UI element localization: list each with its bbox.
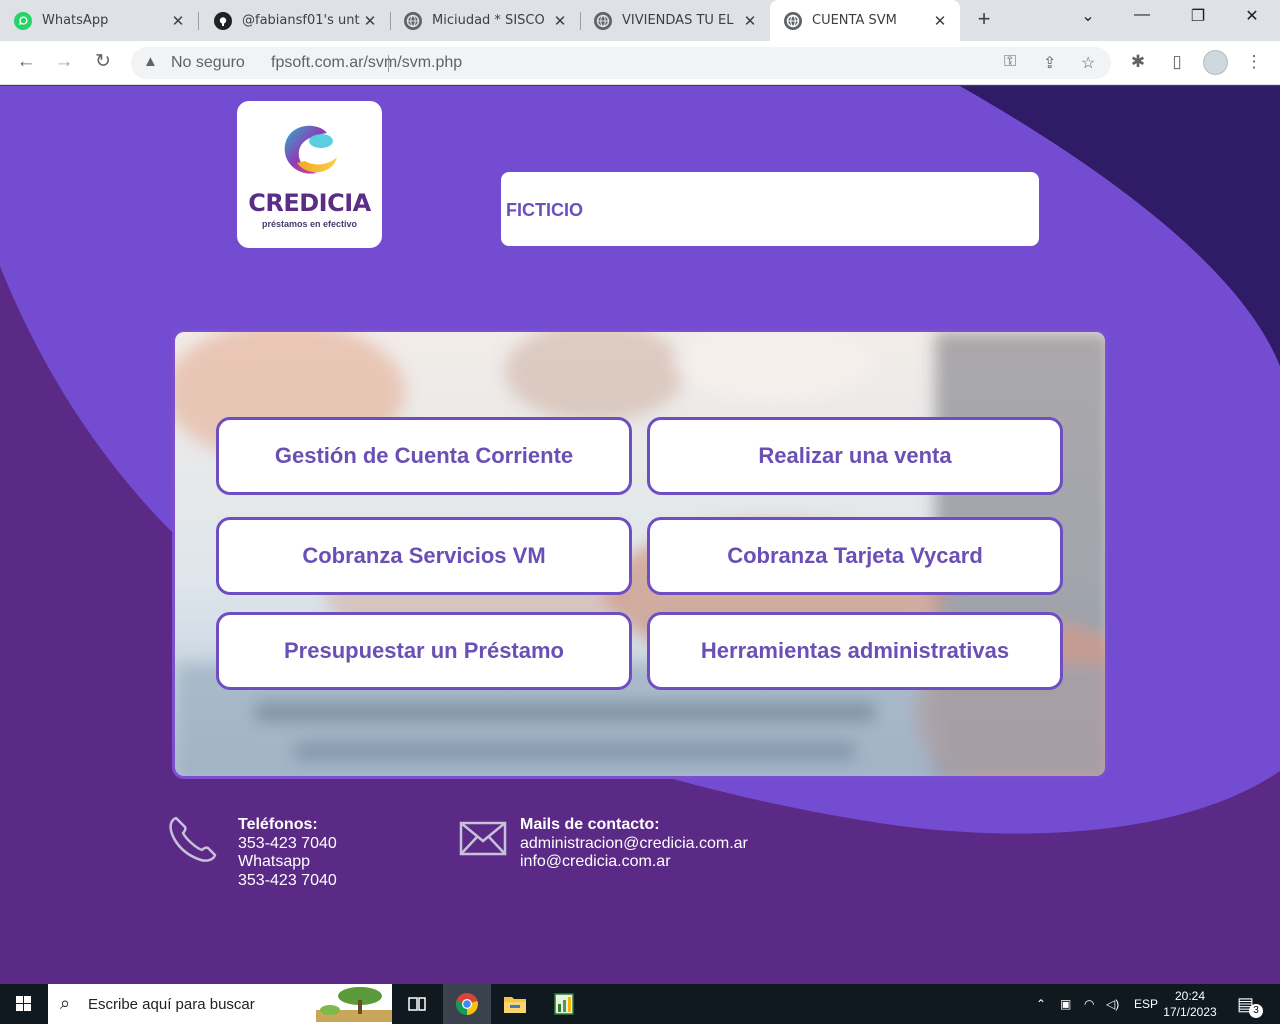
page-content: CREDICIA préstamos en efectivo FICTICIO (0, 86, 1280, 984)
phone-line: Whatsapp (238, 853, 311, 870)
notification-count-badge: 3 (1249, 1004, 1263, 1018)
credicia-logo[interactable]: CREDICIA préstamos en efectivo (237, 101, 382, 248)
spreadsheet-app-icon[interactable] (540, 984, 588, 1024)
minimize-button[interactable]: — (1122, 6, 1162, 30)
mails-heading: Mails de contacto: (520, 816, 660, 833)
phones-block: Teléfonos: 353-423 7040 Whatsapp 353-423… (238, 816, 337, 890)
windows-logo-icon (16, 996, 31, 1011)
windows-start-button[interactable] (0, 984, 48, 1024)
browser-tab[interactable]: WhatsApp ✕ (0, 0, 198, 41)
btn-herramientas-administrativas[interactable]: Herramientas administrativas (647, 612, 1063, 690)
back-arrow-icon[interactable]: ← (14, 51, 38, 75)
github-icon (214, 11, 232, 30)
reload-icon[interactable]: ↻ (91, 51, 115, 75)
share-icon[interactable]: ⇪ (1043, 53, 1056, 73)
mails-block: Mails de contacto: administracion@credic… (520, 816, 748, 872)
forward-arrow-icon[interactable]: → (52, 51, 76, 75)
globe-icon (784, 11, 802, 30)
browser-tab[interactable]: Miciudad * SISCO ✕ (390, 0, 580, 41)
tab-title: @fabiansf01's unt (242, 13, 360, 28)
search-icon: ⌕ (60, 993, 71, 1013)
show-hidden-icons-chevron-icon[interactable]: ⌃ (1036, 984, 1046, 1024)
restore-button[interactable]: ❐ (1178, 6, 1218, 30)
profile-avatar[interactable] (1203, 50, 1228, 75)
close-tab-icon[interactable]: ✕ (930, 12, 950, 30)
security-label: No seguro (171, 54, 245, 71)
clock-date: 17/1/2023 (1163, 1005, 1217, 1019)
taskbar-clock[interactable]: 20:24 17/1/2023 (1160, 988, 1220, 1020)
notification-center-icon[interactable]: ▤ 3 (1237, 984, 1263, 1024)
search-placeholder: Escribe aquí para buscar (88, 996, 255, 1013)
extensions-puzzle-icon[interactable]: ✱ (1127, 52, 1149, 72)
tab-title: VIVIENDAS TU EL (622, 13, 734, 28)
btn-realizar-venta[interactable]: Realizar una venta (647, 417, 1063, 495)
close-tab-icon[interactable]: ✕ (740, 12, 760, 30)
close-tab-icon[interactable]: ✕ (550, 12, 570, 30)
btn-cobranza-servicios-vm[interactable]: Cobranza Servicios VM (216, 517, 632, 595)
close-tab-icon[interactable]: ✕ (168, 12, 188, 30)
tab-divider (198, 12, 199, 30)
globe-icon (404, 11, 422, 30)
chrome-taskbar-icon[interactable] (443, 984, 491, 1024)
meet-now-icon[interactable]: ▣ (1060, 984, 1071, 1024)
mail-link[interactable]: info@credicia.com.ar (520, 853, 748, 872)
globe-icon (594, 11, 612, 30)
more-menu-icon[interactable]: ⋮ (1243, 52, 1265, 72)
browser-tab-bar: WhatsApp ✕ @fabiansf01's unt ✕ Miciudad … (0, 0, 1280, 41)
browser-tab-active[interactable]: CUENTA SVM ✕ (770, 0, 960, 41)
bookmark-star-icon[interactable]: ☆ (1081, 53, 1095, 73)
search-highlight-tree-icon (316, 987, 392, 1022)
new-tab-button[interactable]: + (972, 8, 996, 32)
btn-gestion-cuenta-corriente[interactable]: Gestión de Cuenta Corriente (216, 417, 632, 495)
tab-search-chevron-icon[interactable]: ⌄ (1068, 6, 1108, 30)
warning-icon: ▲ (143, 53, 158, 70)
credicia-logo-mark (284, 125, 337, 174)
client-name-box: FICTICIO (501, 172, 1039, 246)
tab-title: WhatsApp (42, 13, 109, 28)
logo-wordmark: CREDICIA (248, 189, 371, 217)
windows-taskbar: ⌕ Escribe aquí para buscar ⌃ ▣ ◠ ◁) ESP … (0, 984, 1280, 1024)
phone-icon (169, 816, 217, 862)
close-tab-icon[interactable]: ✕ (360, 12, 380, 30)
btn-presupuestar-prestamo[interactable]: Presupuestar un Préstamo (216, 612, 632, 690)
browser-tab[interactable]: @fabiansf01's unt ✕ (200, 0, 390, 41)
mail-link[interactable]: administracion@credicia.com.ar (520, 835, 748, 854)
phone-line: 353-423 7040 (238, 834, 337, 852)
browser-toolbar: ← → ↻ ▲ No seguro fpsoft.com.ar/svm/svm.… (0, 41, 1280, 85)
taskbar-search-box[interactable]: ⌕ Escribe aquí para buscar (48, 984, 392, 1024)
wifi-icon[interactable]: ◠ (1084, 984, 1094, 1024)
url-text[interactable]: fpsoft.com.ar/svm/svm.php (271, 54, 462, 72)
phones-heading: Teléfonos: (238, 816, 318, 833)
whatsapp-icon (14, 11, 32, 30)
side-panel-icon[interactable]: ▯ (1166, 52, 1188, 72)
browser-tab[interactable]: VIVIENDAS TU EL ✕ (580, 0, 770, 41)
tab-title: Miciudad * SISCO (432, 13, 545, 28)
tab-title: CUENTA SVM (812, 13, 897, 28)
btn-cobranza-tarjeta-vycard[interactable]: Cobranza Tarjeta Vycard (647, 517, 1063, 595)
logo-tagline: préstamos en efectivo (261, 219, 358, 229)
clock-time: 20:24 (1174, 989, 1206, 1003)
address-bar[interactable]: ▲ No seguro fpsoft.com.ar/svm/svm.php ⚿ … (131, 47, 1111, 79)
mail-icon (459, 821, 507, 856)
volume-icon[interactable]: ◁) (1106, 984, 1119, 1024)
task-view-icon[interactable] (394, 984, 442, 1024)
file-explorer-icon[interactable] (491, 984, 539, 1024)
key-icon[interactable]: ⚿ (1004, 53, 1016, 71)
language-indicator[interactable]: ESP (1134, 984, 1158, 1024)
close-window-button[interactable]: ✕ (1232, 6, 1272, 30)
client-name: FICTICIO (506, 200, 583, 220)
phone-line: 353-423 7040 (238, 871, 337, 889)
